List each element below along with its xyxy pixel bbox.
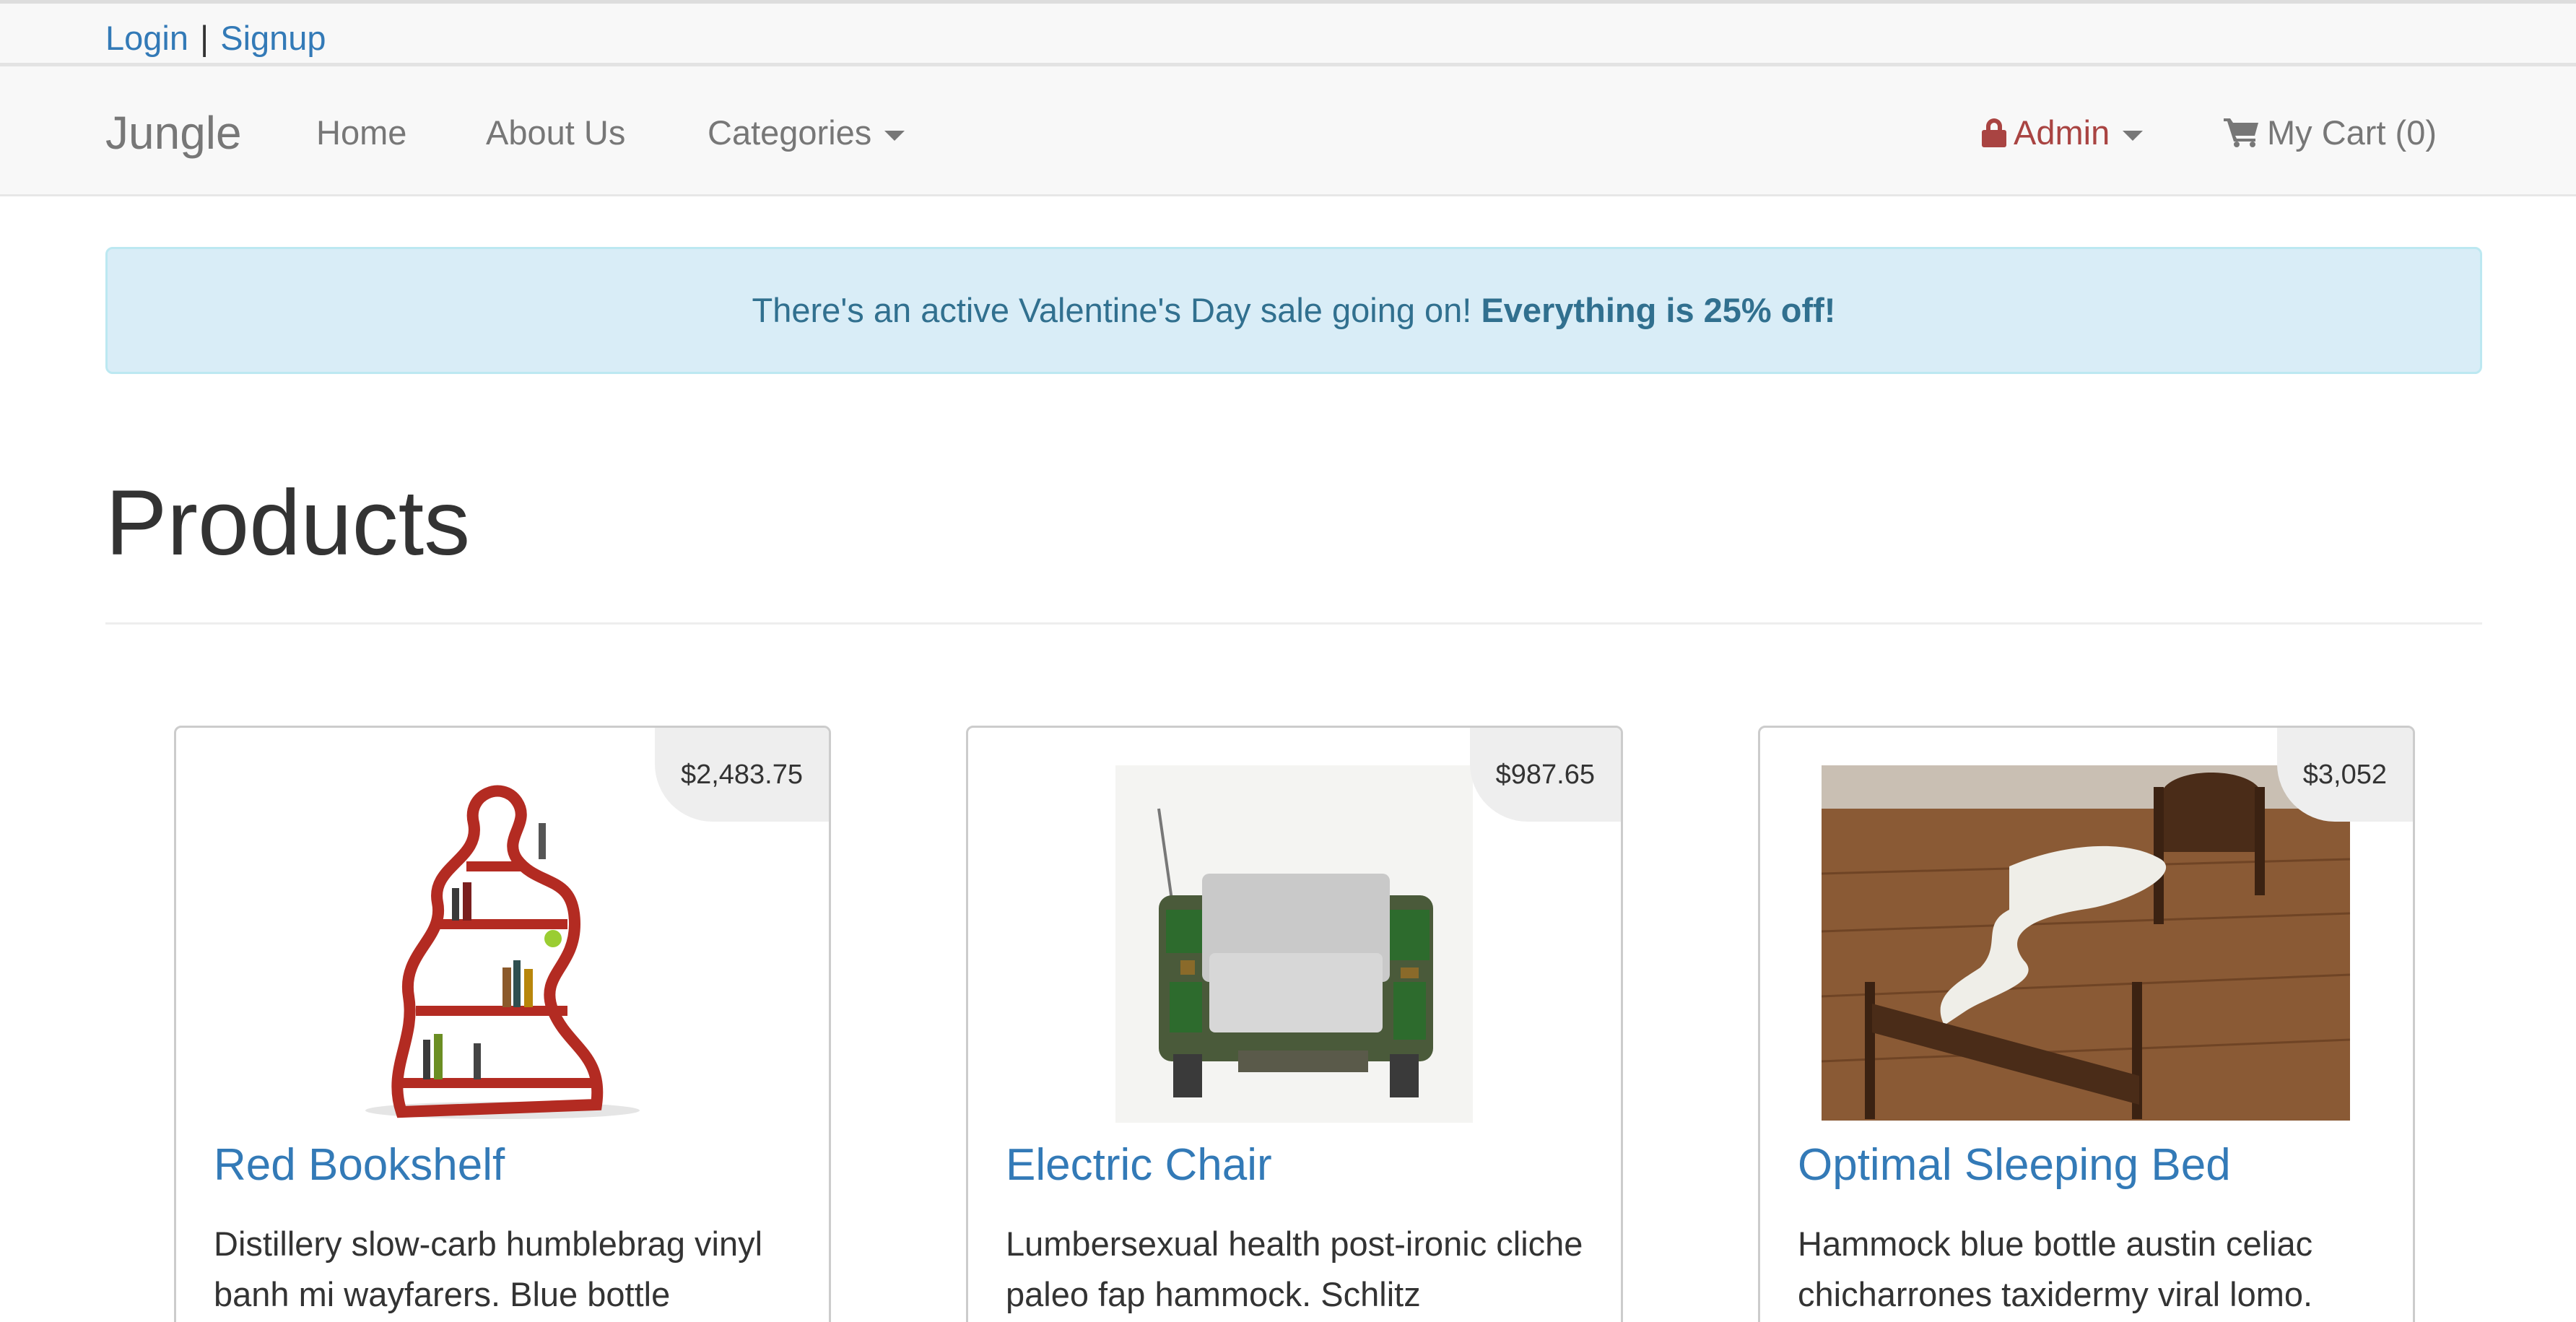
product-image-sleeping-bed[interactable] xyxy=(1822,765,2350,1121)
chevron-down-icon xyxy=(884,130,905,141)
price-badge: $3,052 xyxy=(2276,728,2413,822)
product-name-link[interactable]: Electric Chair xyxy=(1006,1138,1272,1193)
product-description: Lumbersexual health post-ironic cliche p… xyxy=(1006,1225,1583,1313)
title-divider xyxy=(105,622,2482,625)
product-name-link[interactable]: Red Bookshelf xyxy=(214,1138,505,1193)
signup-link[interactable]: Signup xyxy=(220,19,326,57)
price-badge: $987.65 xyxy=(1469,728,1621,822)
auth-links: Login | Signup xyxy=(105,17,326,60)
nav-home[interactable]: Home xyxy=(316,111,406,155)
product-image-bookshelf[interactable] xyxy=(358,765,650,1121)
login-link[interactable]: Login xyxy=(105,19,188,57)
cart-icon xyxy=(2224,118,2258,147)
lock-icon xyxy=(1982,118,2006,147)
product-card: $987.65 Electric Chair Lumbersexual heal… xyxy=(966,726,1623,1322)
admin-label: Admin xyxy=(2014,113,2110,152)
product-image-electric-chair[interactable] xyxy=(1115,765,1473,1123)
alert-emphasis: Everything is 25% off! xyxy=(1481,291,1836,329)
product-card: $2,483.75 Red Bookshelf Distillery slow-… xyxy=(174,726,831,1322)
cart-link[interactable]: My Cart (0) xyxy=(2224,111,2437,155)
top-auth-bar: Login | Signup xyxy=(0,0,2576,66)
product-description: Hammock blue bottle austin celiac chicha… xyxy=(1798,1225,2313,1313)
nav-about[interactable]: About Us xyxy=(486,111,625,155)
main-navbar: Jungle Home About Us Categories Admin My… xyxy=(0,66,2576,196)
price-badge: $2,483.75 xyxy=(654,728,829,822)
product-card: $3,052 Optimal Sleeping Bed Hammock blue… xyxy=(1758,726,2415,1322)
sale-alert: There's an active Valentine's Day sale g… xyxy=(105,247,2482,374)
admin-dropdown[interactable]: Admin xyxy=(1982,111,2144,155)
nav-categories-dropdown[interactable]: Categories xyxy=(708,111,905,155)
auth-separator: | xyxy=(200,19,209,57)
alert-text: There's an active Valentine's Day sale g… xyxy=(752,291,1481,329)
cart-label: My Cart (0) xyxy=(2267,113,2437,152)
chevron-down-icon xyxy=(2123,130,2144,141)
nav-categories-label: Categories xyxy=(708,113,872,152)
page-title: Products xyxy=(105,471,471,575)
product-name-link[interactable]: Optimal Sleeping Bed xyxy=(1798,1138,2231,1193)
brand-logo[interactable]: Jungle xyxy=(105,105,242,160)
product-description: Distillery slow-carb humblebrag vinyl ba… xyxy=(214,1225,763,1313)
